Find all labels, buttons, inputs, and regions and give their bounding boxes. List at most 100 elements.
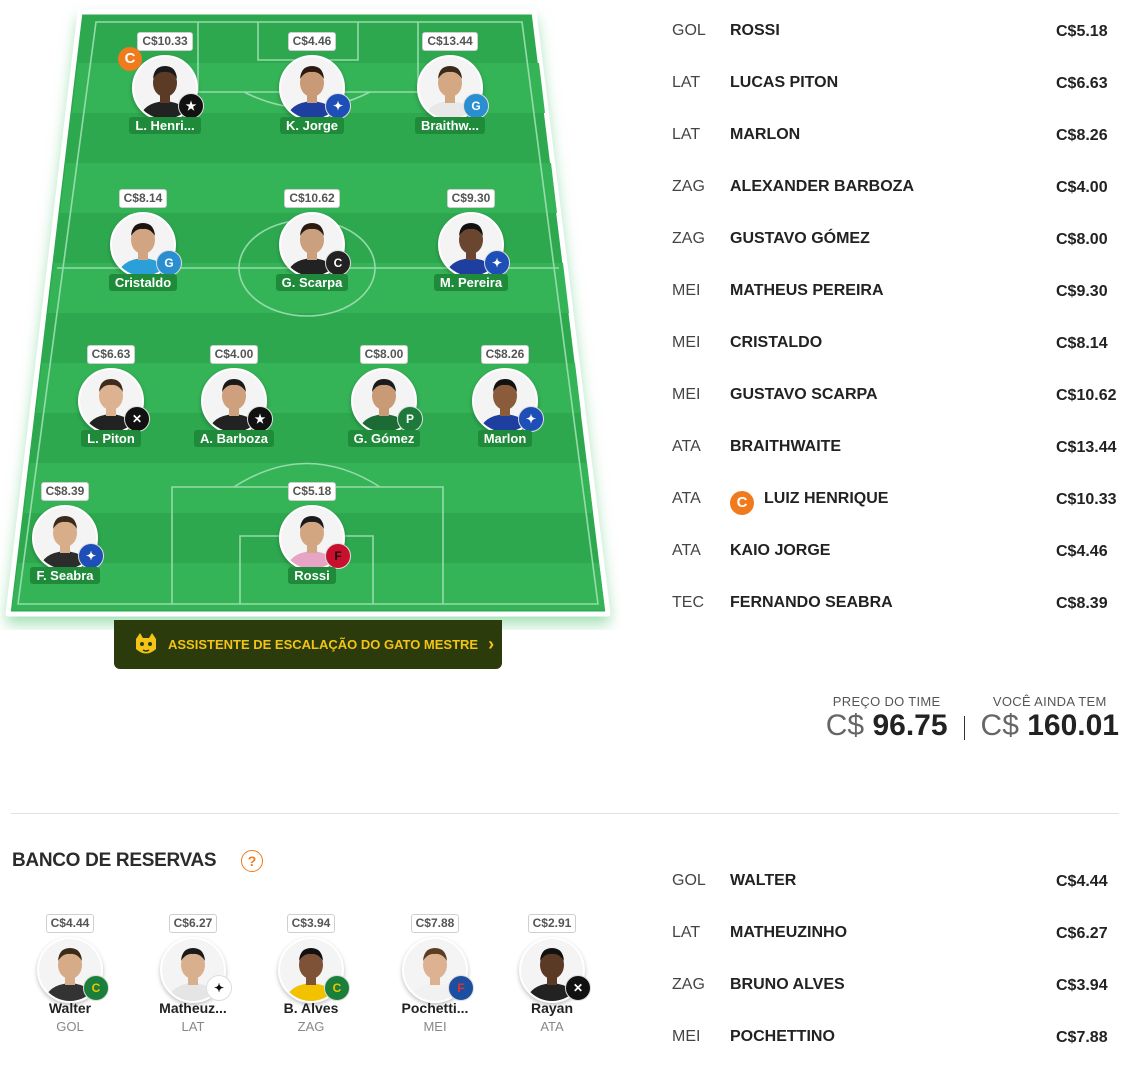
list-row[interactable]: MEI MATHEUS PEREIRA C$9.30 <box>672 282 1122 334</box>
club-crest-glyph: F <box>334 549 342 563</box>
player-name-label: Marlon <box>477 430 533 447</box>
remaining-currency: C$ <box>980 709 1019 742</box>
field-player-kjorge[interactable]: C$4.46 ✦ K. Jorge <box>242 32 382 139</box>
list-row[interactable]: MEI POCHETTINO C$7.88 <box>672 1028 1122 1080</box>
position-label: MEI <box>672 334 701 351</box>
player-price: C$8.26 <box>1056 127 1108 144</box>
bench-player-position: ZAG <box>297 1019 325 1034</box>
player-price-tag: C$2.91 <box>527 914 577 933</box>
player-price: C$13.44 <box>1056 439 1117 456</box>
help-icon[interactable]: ? <box>241 850 263 872</box>
player-price: C$8.14 <box>1056 335 1108 352</box>
lineup-list: GOL ROSSI C$5.18 LAT LUCAS PITON C$6.63 … <box>672 22 1122 646</box>
gremio-badge-icon: G <box>156 250 182 276</box>
field-player-cristaldo[interactable]: C$8.14 G Cristaldo <box>73 189 213 296</box>
list-row[interactable]: LAT MATHEUZINHO C$6.27 <box>672 924 1122 976</box>
field-player-barboza[interactable]: C$4.00 ★ A. Barboza <box>164 345 304 452</box>
bench-list: GOL WALTER C$4.44 LAT MATHEUZINHO C$6.27… <box>672 872 1122 1080</box>
bench-player[interactable]: C$2.91 ✕ Rayan ATA <box>497 914 607 1034</box>
player-price-tag: C$10.33 <box>137 32 193 51</box>
field-player-gomez[interactable]: C$8.00 P G. Gómez <box>314 345 454 452</box>
player-price-tag: C$13.44 <box>422 32 478 51</box>
club-crest-glyph: G <box>471 99 481 113</box>
player-name-text: BRUNO ALVES <box>730 976 845 993</box>
list-row[interactable]: GOL ROSSI C$5.18 <box>672 22 1122 74</box>
player-price-tag: C$8.00 <box>359 345 409 364</box>
position-label: ZAG <box>672 976 705 993</box>
club-crest-glyph: ✦ <box>85 549 97 563</box>
player-full-name: KAIO JORGE <box>730 542 830 560</box>
player-price: C$7.88 <box>1056 1029 1108 1046</box>
player-name-text: ALEXANDER BARBOZA <box>730 178 914 195</box>
club-crest-glyph: G <box>164 256 174 270</box>
player-name-text: LUCAS PITON <box>730 74 839 91</box>
player-full-name: C LUIZ HENRIQUE <box>730 490 888 515</box>
field-player-rossi[interactable]: C$5.18 F Rossi <box>242 482 382 589</box>
cruzeiro-badge-icon: ✦ <box>325 93 351 119</box>
field-player-scarpa[interactable]: C$10.62 C G. Scarpa <box>242 189 382 296</box>
list-row[interactable]: ZAG ALEXANDER BARBOZA C$4.00 <box>672 178 1122 230</box>
player-price-tag: C$4.46 <box>287 32 337 51</box>
vasco-badge-icon: ✕ <box>565 975 591 1001</box>
bench-player[interactable]: C$6.27 ✦ Matheuz... LAT <box>138 914 248 1034</box>
field-player-henrique[interactable]: C$10.33 ★ C L. Henri... <box>95 32 235 139</box>
club-crest-glyph: C <box>332 981 342 995</box>
player-full-name: BRAITHWAITE <box>730 438 841 456</box>
field-player-braith[interactable]: C$13.44 G Braithw... <box>380 32 520 139</box>
list-row[interactable]: GOL WALTER C$4.44 <box>672 872 1122 924</box>
botafogo-badge-icon: ★ <box>178 93 204 119</box>
chevron-right-icon: › <box>488 634 495 654</box>
player-name-label: M. Pereira <box>433 274 509 291</box>
team-price-value: 96.75 <box>872 709 948 742</box>
player-price: C$4.44 <box>1056 873 1108 890</box>
field-player-piton[interactable]: C$6.63 ✕ L. Piton <box>41 345 181 452</box>
club-crest-glyph: F <box>457 981 465 995</box>
club-crest-glyph: P <box>405 412 414 426</box>
club-crest-glyph: ✦ <box>332 99 344 113</box>
list-row[interactable]: TEC FERNANDO SEABRA C$8.39 <box>672 594 1122 646</box>
fortaleza-badge-icon: F <box>448 975 474 1001</box>
palmeiras-badge-icon: P <box>397 406 423 432</box>
bench-player[interactable]: C$4.44 C Walter GOL <box>15 914 125 1034</box>
field-player-seabra[interactable]: C$8.39 ✦ F. Seabra <box>0 482 135 589</box>
player-price: C$3.94 <box>1056 977 1108 994</box>
list-row[interactable]: ATA C LUIZ HENRIQUE C$10.33 <box>672 490 1122 542</box>
player-name-text: MATHEUZINHO <box>730 924 848 941</box>
assistant-button[interactable]: ASSISTENTE DE ESCALAÇÃO DO GATO MESTRE › <box>114 620 502 669</box>
bench-player[interactable]: C$3.94 C B. Alves ZAG <box>256 914 366 1034</box>
player-name-text: WALTER <box>730 872 797 889</box>
bench-player-position: GOL <box>56 1019 84 1034</box>
position-label: ATA <box>672 438 701 455</box>
player-price: C$8.39 <box>1056 595 1108 612</box>
list-row[interactable]: MEI GUSTAVO SCARPA C$10.62 <box>672 386 1122 438</box>
field-player-mpereira[interactable]: C$9.30 ✦ M. Pereira <box>401 189 541 296</box>
list-row[interactable]: ZAG BRUNO ALVES C$3.94 <box>672 976 1122 1028</box>
club-crest-glyph: ✦ <box>525 412 537 426</box>
club-crest-glyph: ✦ <box>491 256 503 270</box>
player-full-name: GUSTAVO SCARPA <box>730 386 878 404</box>
list-row[interactable]: LAT LUCAS PITON C$6.63 <box>672 74 1122 126</box>
position-label: MEI <box>672 282 701 299</box>
player-name-label: G. Scarpa <box>275 274 349 291</box>
list-row[interactable]: MEI CRISTALDO C$8.14 <box>672 334 1122 386</box>
player-full-name: LUCAS PITON <box>730 74 838 92</box>
player-name-text: MARLON <box>730 126 801 143</box>
list-row[interactable]: ZAG GUSTAVO GÓMEZ C$8.00 <box>672 230 1122 282</box>
field-player-marlon[interactable]: C$8.26 ✦ Marlon <box>435 345 575 452</box>
captain-icon: C <box>118 47 142 71</box>
bench-player[interactable]: C$7.88 F Pochetti... MEI <box>380 914 490 1034</box>
player-name-label: Cristaldo <box>108 274 178 291</box>
list-row[interactable]: ATA BRAITHWAITE C$13.44 <box>672 438 1122 490</box>
player-full-name: ROSSI <box>730 22 780 40</box>
assistant-label: ASSISTENTE DE ESCALAÇÃO DO GATO MESTRE <box>168 637 479 652</box>
remaining-value: 160.01 <box>1027 709 1119 742</box>
list-row[interactable]: LAT MARLON C$8.26 <box>672 126 1122 178</box>
club-crest-glyph: ★ <box>254 412 266 426</box>
club-crest-glyph: C <box>91 981 101 995</box>
player-name-text: KAIO JORGE <box>730 542 831 559</box>
list-row[interactable]: ATA KAIO JORGE C$4.46 <box>672 542 1122 594</box>
player-price-tag: C$4.00 <box>209 345 259 364</box>
vasco-badge-icon: ✕ <box>124 406 150 432</box>
bench-player-position: MEI <box>423 1019 447 1034</box>
player-full-name: GUSTAVO GÓMEZ <box>730 230 870 248</box>
